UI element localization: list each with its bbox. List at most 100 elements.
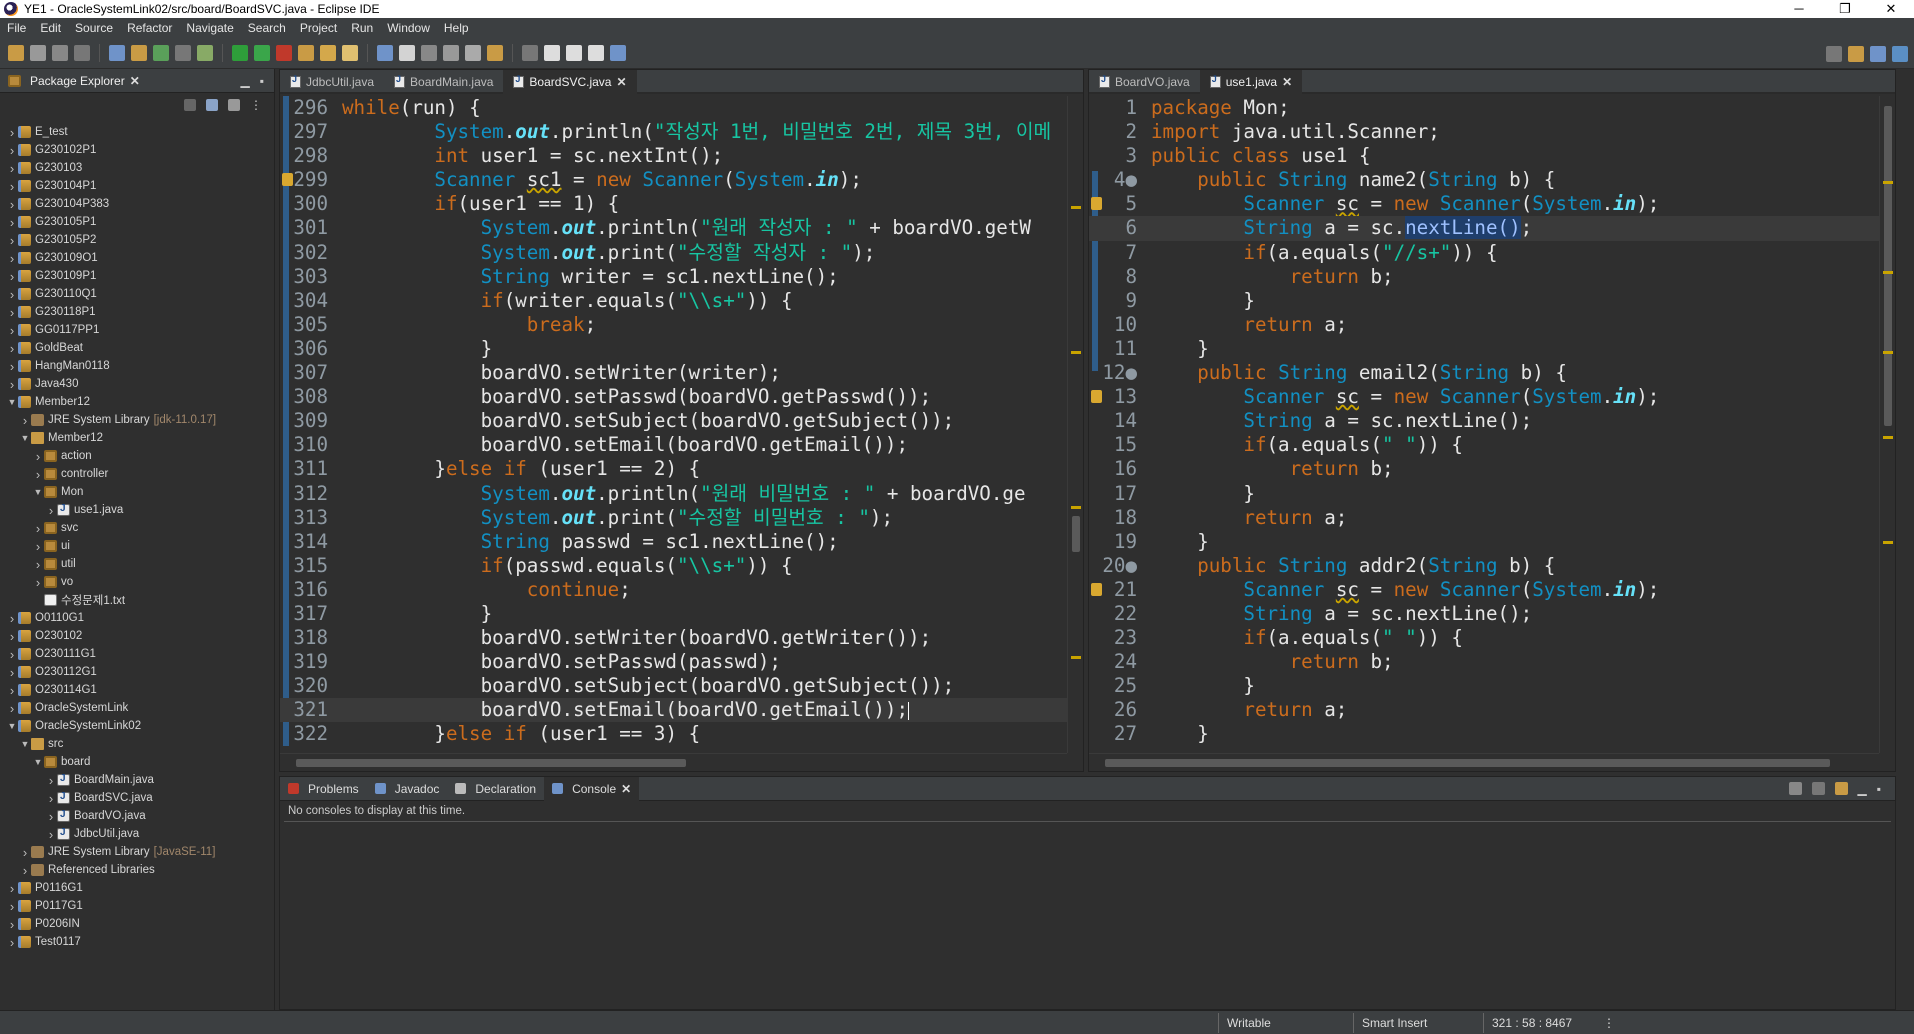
vertical-scrollbar-left[interactable]	[1067, 96, 1083, 753]
maximize-icon[interactable]: ▪	[1877, 782, 1881, 796]
tree-item[interactable]: ▼ OracleSystemLink02	[0, 717, 274, 735]
tree-item[interactable]: › ui	[0, 537, 274, 555]
tree-item[interactable]: 수정문제1.txt	[0, 591, 274, 609]
chevron-down-icon[interactable]: ▼	[32, 757, 44, 767]
tree-item[interactable]: › P0206IN	[0, 915, 274, 933]
debug-perspective-icon[interactable]	[1892, 46, 1908, 62]
warning-mark[interactable]	[1883, 541, 1893, 544]
chevron-right-icon[interactable]: ›	[6, 125, 18, 140]
chevron-right-icon[interactable]: ›	[6, 359, 18, 374]
chevron-right-icon[interactable]: ›	[6, 215, 18, 230]
toolbar-action-icon[interactable]	[30, 45, 46, 61]
editor-tab[interactable]: BoardVO.java	[1089, 70, 1200, 94]
tree-item[interactable]: ▼ src	[0, 735, 274, 753]
tree-item[interactable]: ▼ Member12	[0, 393, 274, 411]
tree-item[interactable]: › G230104P383	[0, 195, 274, 213]
chevron-right-icon[interactable]: ›	[6, 647, 18, 662]
chevron-right-icon[interactable]: ›	[6, 143, 18, 158]
menu-window[interactable]: Window	[380, 21, 437, 35]
scroll-thumb[interactable]	[1105, 759, 1830, 767]
tree-item[interactable]: › O230112G1	[0, 663, 274, 681]
tree-item[interactable]: › BoardSVC.java	[0, 789, 274, 807]
tree-item[interactable]: › util	[0, 555, 274, 573]
tree-item[interactable]: › O230102	[0, 627, 274, 645]
scroll-thumb[interactable]	[1072, 516, 1080, 552]
chevron-right-icon[interactable]: ›	[6, 935, 18, 950]
chevron-right-icon[interactable]: ›	[32, 449, 44, 464]
toolbar-action-icon[interactable]	[74, 45, 90, 61]
chevron-right-icon[interactable]: ›	[6, 269, 18, 284]
chevron-right-icon[interactable]: ›	[6, 179, 18, 194]
tree-item[interactable]: › Referenced Libraries	[0, 861, 274, 879]
menu-navigate[interactable]: Navigate	[179, 21, 240, 35]
tree-item[interactable]: › G230105P1	[0, 213, 274, 231]
chevron-right-icon[interactable]: ›	[6, 233, 18, 248]
maximize-icon[interactable]: ▪	[260, 74, 264, 88]
warning-mark[interactable]	[1883, 351, 1893, 354]
menu-file[interactable]: File	[0, 21, 33, 35]
chevron-right-icon[interactable]: ›	[6, 161, 18, 176]
tree-item[interactable]: › OracleSystemLink	[0, 699, 274, 717]
collapse-all-icon[interactable]	[184, 99, 196, 111]
scroll-thumb[interactable]	[1884, 106, 1892, 426]
tree-item[interactable]: › O230111G1	[0, 645, 274, 663]
open-perspective-icon[interactable]	[1848, 46, 1864, 62]
menu-refactor[interactable]: Refactor	[120, 21, 179, 35]
warning-mark[interactable]	[1883, 271, 1893, 274]
chevron-down-icon[interactable]: ▼	[19, 739, 31, 749]
tree-item[interactable]: › JRE System Library [jdk-11.0.17]	[0, 411, 274, 429]
tree-item[interactable]: › HangMan0118	[0, 357, 274, 375]
chevron-right-icon[interactable]: ›	[6, 287, 18, 302]
tree-item[interactable]: › Java430	[0, 375, 274, 393]
tree-item[interactable]: › svc	[0, 519, 274, 537]
toolbar-action-icon[interactable]	[8, 45, 24, 61]
tree-item[interactable]: › JdbcUtil.java	[0, 825, 274, 843]
chevron-down-icon[interactable]: ▼	[32, 487, 44, 497]
toolbar-action-icon[interactable]	[254, 45, 270, 61]
toolbar-action-icon[interactable]	[588, 45, 604, 61]
chevron-right-icon[interactable]: ›	[6, 881, 18, 896]
tree-item[interactable]: › JRE System Library [JavaSE-11]	[0, 843, 274, 861]
warning-mark[interactable]	[1071, 656, 1081, 659]
editor-tab[interactable]: BoardMain.java	[384, 70, 503, 94]
tab-javadoc[interactable]: Javadoc	[367, 777, 448, 801]
editor-tab[interactable]: BoardSVC.java ✕	[503, 70, 637, 94]
minimize-button[interactable]: ─	[1776, 1, 1822, 17]
tree-item[interactable]: › use1.java	[0, 501, 274, 519]
chevron-right-icon[interactable]: ›	[6, 323, 18, 338]
toolbar-action-icon[interactable]	[175, 45, 191, 61]
tab-declaration[interactable]: Declaration	[447, 777, 544, 801]
editor-tab[interactable]: JdbcUtil.java	[280, 70, 384, 94]
tab-problems[interactable]: Problems	[280, 777, 367, 801]
toolbar-action-icon[interactable]	[465, 45, 481, 61]
maximize-button[interactable]: ❐	[1822, 1, 1868, 17]
toolbar-action-icon[interactable]	[421, 45, 437, 61]
warning-mark[interactable]	[1071, 351, 1081, 354]
chevron-right-icon[interactable]: ›	[19, 845, 31, 860]
new-console-icon[interactable]	[1834, 781, 1848, 795]
tree-item[interactable]: › G230104P1	[0, 177, 274, 195]
display-console-icon[interactable]	[1811, 781, 1825, 795]
tree-item[interactable]: › BoardVO.java	[0, 807, 274, 825]
warning-icon[interactable]	[1091, 197, 1102, 211]
tree-item[interactable]: ▼ Mon	[0, 483, 274, 501]
tree-item[interactable]: › Test0117	[0, 933, 274, 951]
chevron-right-icon[interactable]: ›	[45, 809, 57, 824]
toolbar-action-icon[interactable]	[276, 45, 292, 61]
tab-package-explorer[interactable]: Package Explorer ✕	[0, 69, 148, 93]
horizontal-scrollbar-left[interactable]	[280, 753, 1067, 771]
close-icon[interactable]: ✕	[130, 74, 140, 88]
chevron-right-icon[interactable]: ›	[45, 827, 57, 842]
chevron-right-icon[interactable]: ›	[6, 305, 18, 320]
tree-item[interactable]: › BoardMain.java	[0, 771, 274, 789]
chevron-right-icon[interactable]: ›	[6, 683, 18, 698]
chevron-down-icon[interactable]: ▼	[6, 721, 18, 731]
tree-item[interactable]: › GoldBeat	[0, 339, 274, 357]
tree-item[interactable]: › GG0117PP1	[0, 321, 274, 339]
toolbar-action-icon[interactable]	[443, 45, 459, 61]
toolbar-action-icon[interactable]	[109, 45, 125, 61]
code-area-right[interactable]: 1 package Mon; 2 import java.util.Scanner; 3…	[1089, 96, 1895, 753]
menu-run[interactable]: Run	[344, 21, 380, 35]
tree-item[interactable]: › G230102P1	[0, 141, 274, 159]
scroll-thumb[interactable]	[296, 759, 686, 767]
